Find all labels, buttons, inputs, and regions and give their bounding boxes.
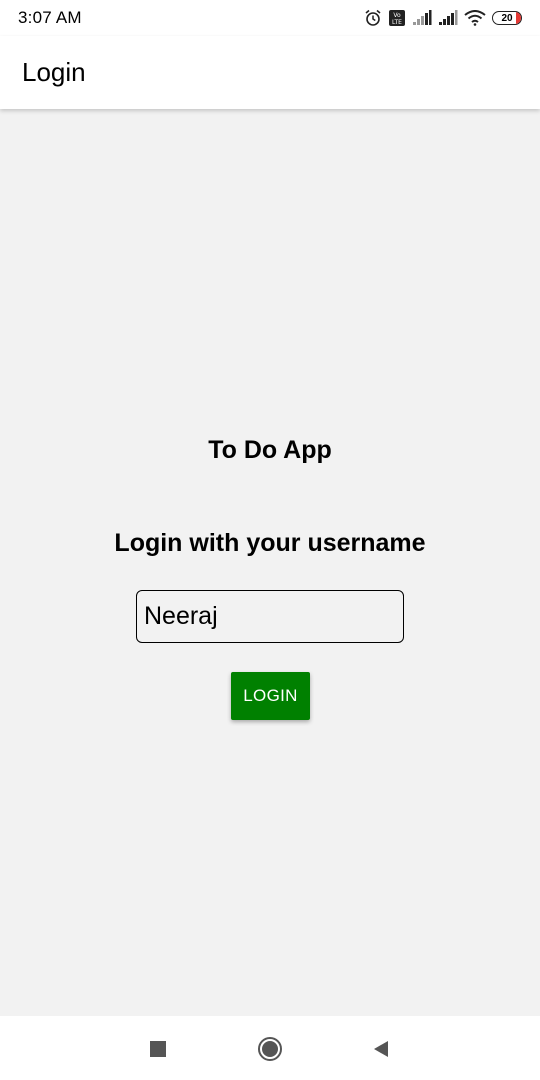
- signal-icon: [438, 10, 458, 26]
- signal-icon: [412, 10, 432, 26]
- volte-label-bottom: LTE: [392, 19, 402, 26]
- home-icon[interactable]: [257, 1036, 283, 1062]
- login-prompt: Login with your username: [114, 529, 426, 557]
- login-screen: To Do App Login with your username LOGIN: [0, 109, 540, 1016]
- status-time: 3:07 AM: [18, 8, 82, 27]
- battery-level: 20: [501, 12, 513, 24]
- status-icons: Vo LTE 20: [364, 9, 522, 27]
- back-icon[interactable]: [368, 1036, 394, 1062]
- volte-label-top: Vo: [393, 12, 401, 19]
- login-button[interactable]: LOGIN: [231, 672, 310, 720]
- battery-icon: 20: [492, 11, 522, 25]
- recent-apps-icon[interactable]: [145, 1036, 171, 1062]
- status-bar: 3:07 AM Vo LTE 20: [0, 0, 540, 36]
- wifi-icon: [464, 10, 486, 26]
- volte-icon: Vo LTE: [388, 9, 406, 27]
- username-input[interactable]: [136, 590, 404, 643]
- app-bar: Login: [0, 36, 540, 109]
- app-title: To Do App: [208, 436, 332, 464]
- navigation-bar: [0, 1016, 540, 1080]
- page-title: Login: [22, 57, 86, 87]
- alarm-icon: [364, 9, 382, 27]
